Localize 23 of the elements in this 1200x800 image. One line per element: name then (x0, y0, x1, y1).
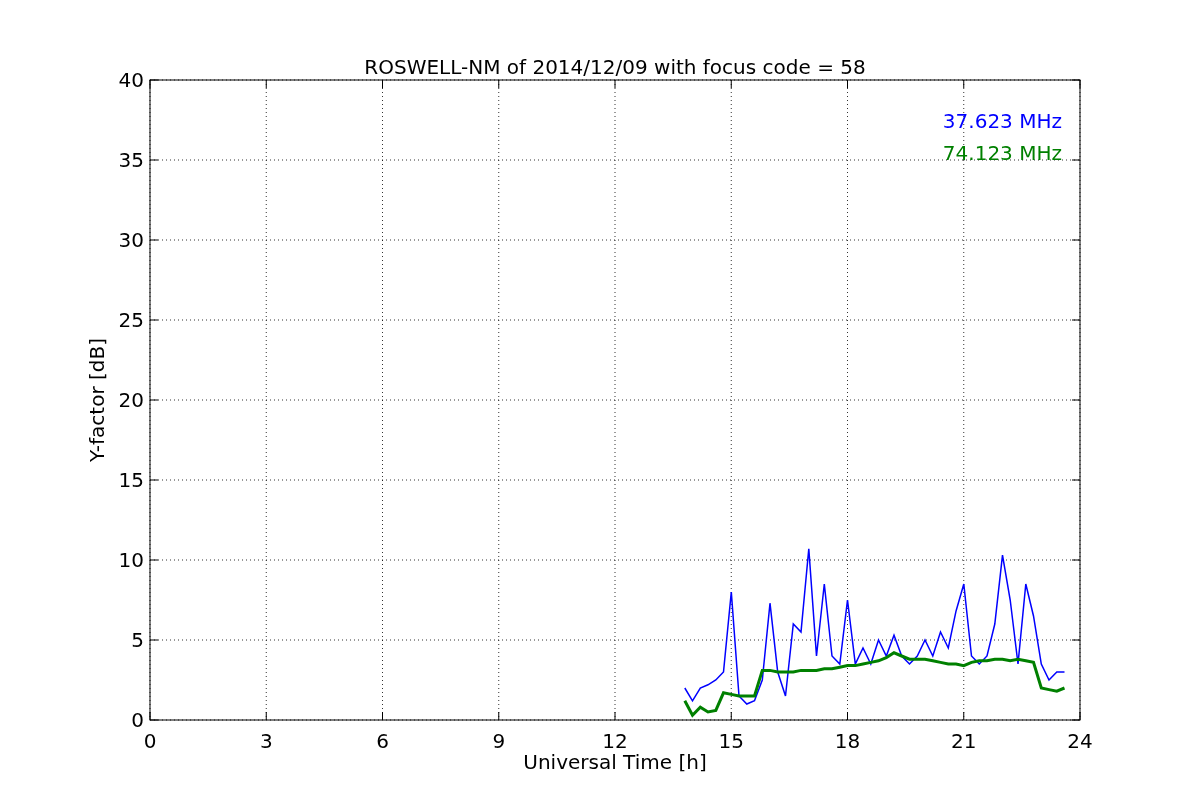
y-tick-label: 20 (118, 388, 144, 412)
y-axis-label: Y-factor [dB] (85, 338, 109, 462)
x-tick-label: 24 (1067, 729, 1093, 753)
x-tick-label: 18 (834, 729, 861, 753)
legend-label: 74.123 MHz (942, 141, 1062, 165)
x-tick-label: 12 (602, 729, 628, 753)
y-tick-label: 5 (131, 628, 144, 652)
y-tick-label: 30 (118, 228, 144, 252)
x-axis-label: Universal Time [h] (523, 750, 707, 774)
x-tick-label: 21 (951, 729, 977, 753)
x-tick-label: 15 (718, 729, 744, 753)
x-tick-label: 6 (376, 729, 389, 753)
x-tick-label: 0 (143, 729, 157, 753)
x-tick-label: 9 (492, 729, 506, 753)
legend-label: 37.623 MHz (942, 109, 1062, 133)
y-tick-label: 25 (118, 308, 144, 332)
chart-title: ROSWELL-NM of 2014/12/09 with focus code = 58 (364, 55, 866, 79)
y-tick-label: 35 (118, 148, 144, 172)
y-tick-label: 15 (118, 468, 144, 492)
y-tick-label: 40 (118, 68, 144, 92)
y-tick-label: 10 (118, 548, 144, 572)
y-tick-label: 0 (131, 708, 144, 732)
x-tick-label: 3 (259, 729, 273, 753)
